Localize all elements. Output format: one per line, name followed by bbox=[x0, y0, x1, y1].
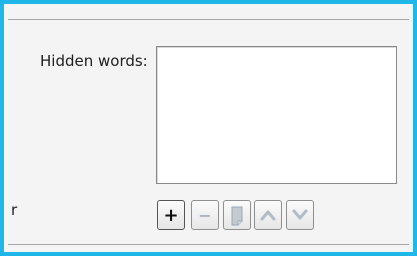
hidden-words-label: Hidden words: bbox=[40, 52, 148, 70]
hidden-words-panel: Hidden words: r + − bbox=[0, 0, 417, 256]
move-up-button[interactable] bbox=[254, 200, 282, 230]
truncated-label: r bbox=[11, 201, 18, 219]
edit-word-button[interactable] bbox=[223, 200, 251, 230]
add-word-button[interactable]: + bbox=[157, 200, 185, 230]
move-down-button[interactable] bbox=[286, 200, 314, 230]
remove-word-button[interactable]: − bbox=[191, 200, 219, 230]
edit-icon bbox=[231, 206, 243, 226]
hidden-words-list[interactable] bbox=[156, 46, 397, 184]
chevron-down-icon bbox=[292, 209, 308, 220]
plus-icon: + bbox=[163, 204, 179, 226]
separator-bottom bbox=[8, 244, 409, 245]
chevron-up-icon bbox=[260, 210, 276, 221]
minus-icon: − bbox=[198, 205, 212, 225]
separator-top bbox=[8, 19, 409, 20]
